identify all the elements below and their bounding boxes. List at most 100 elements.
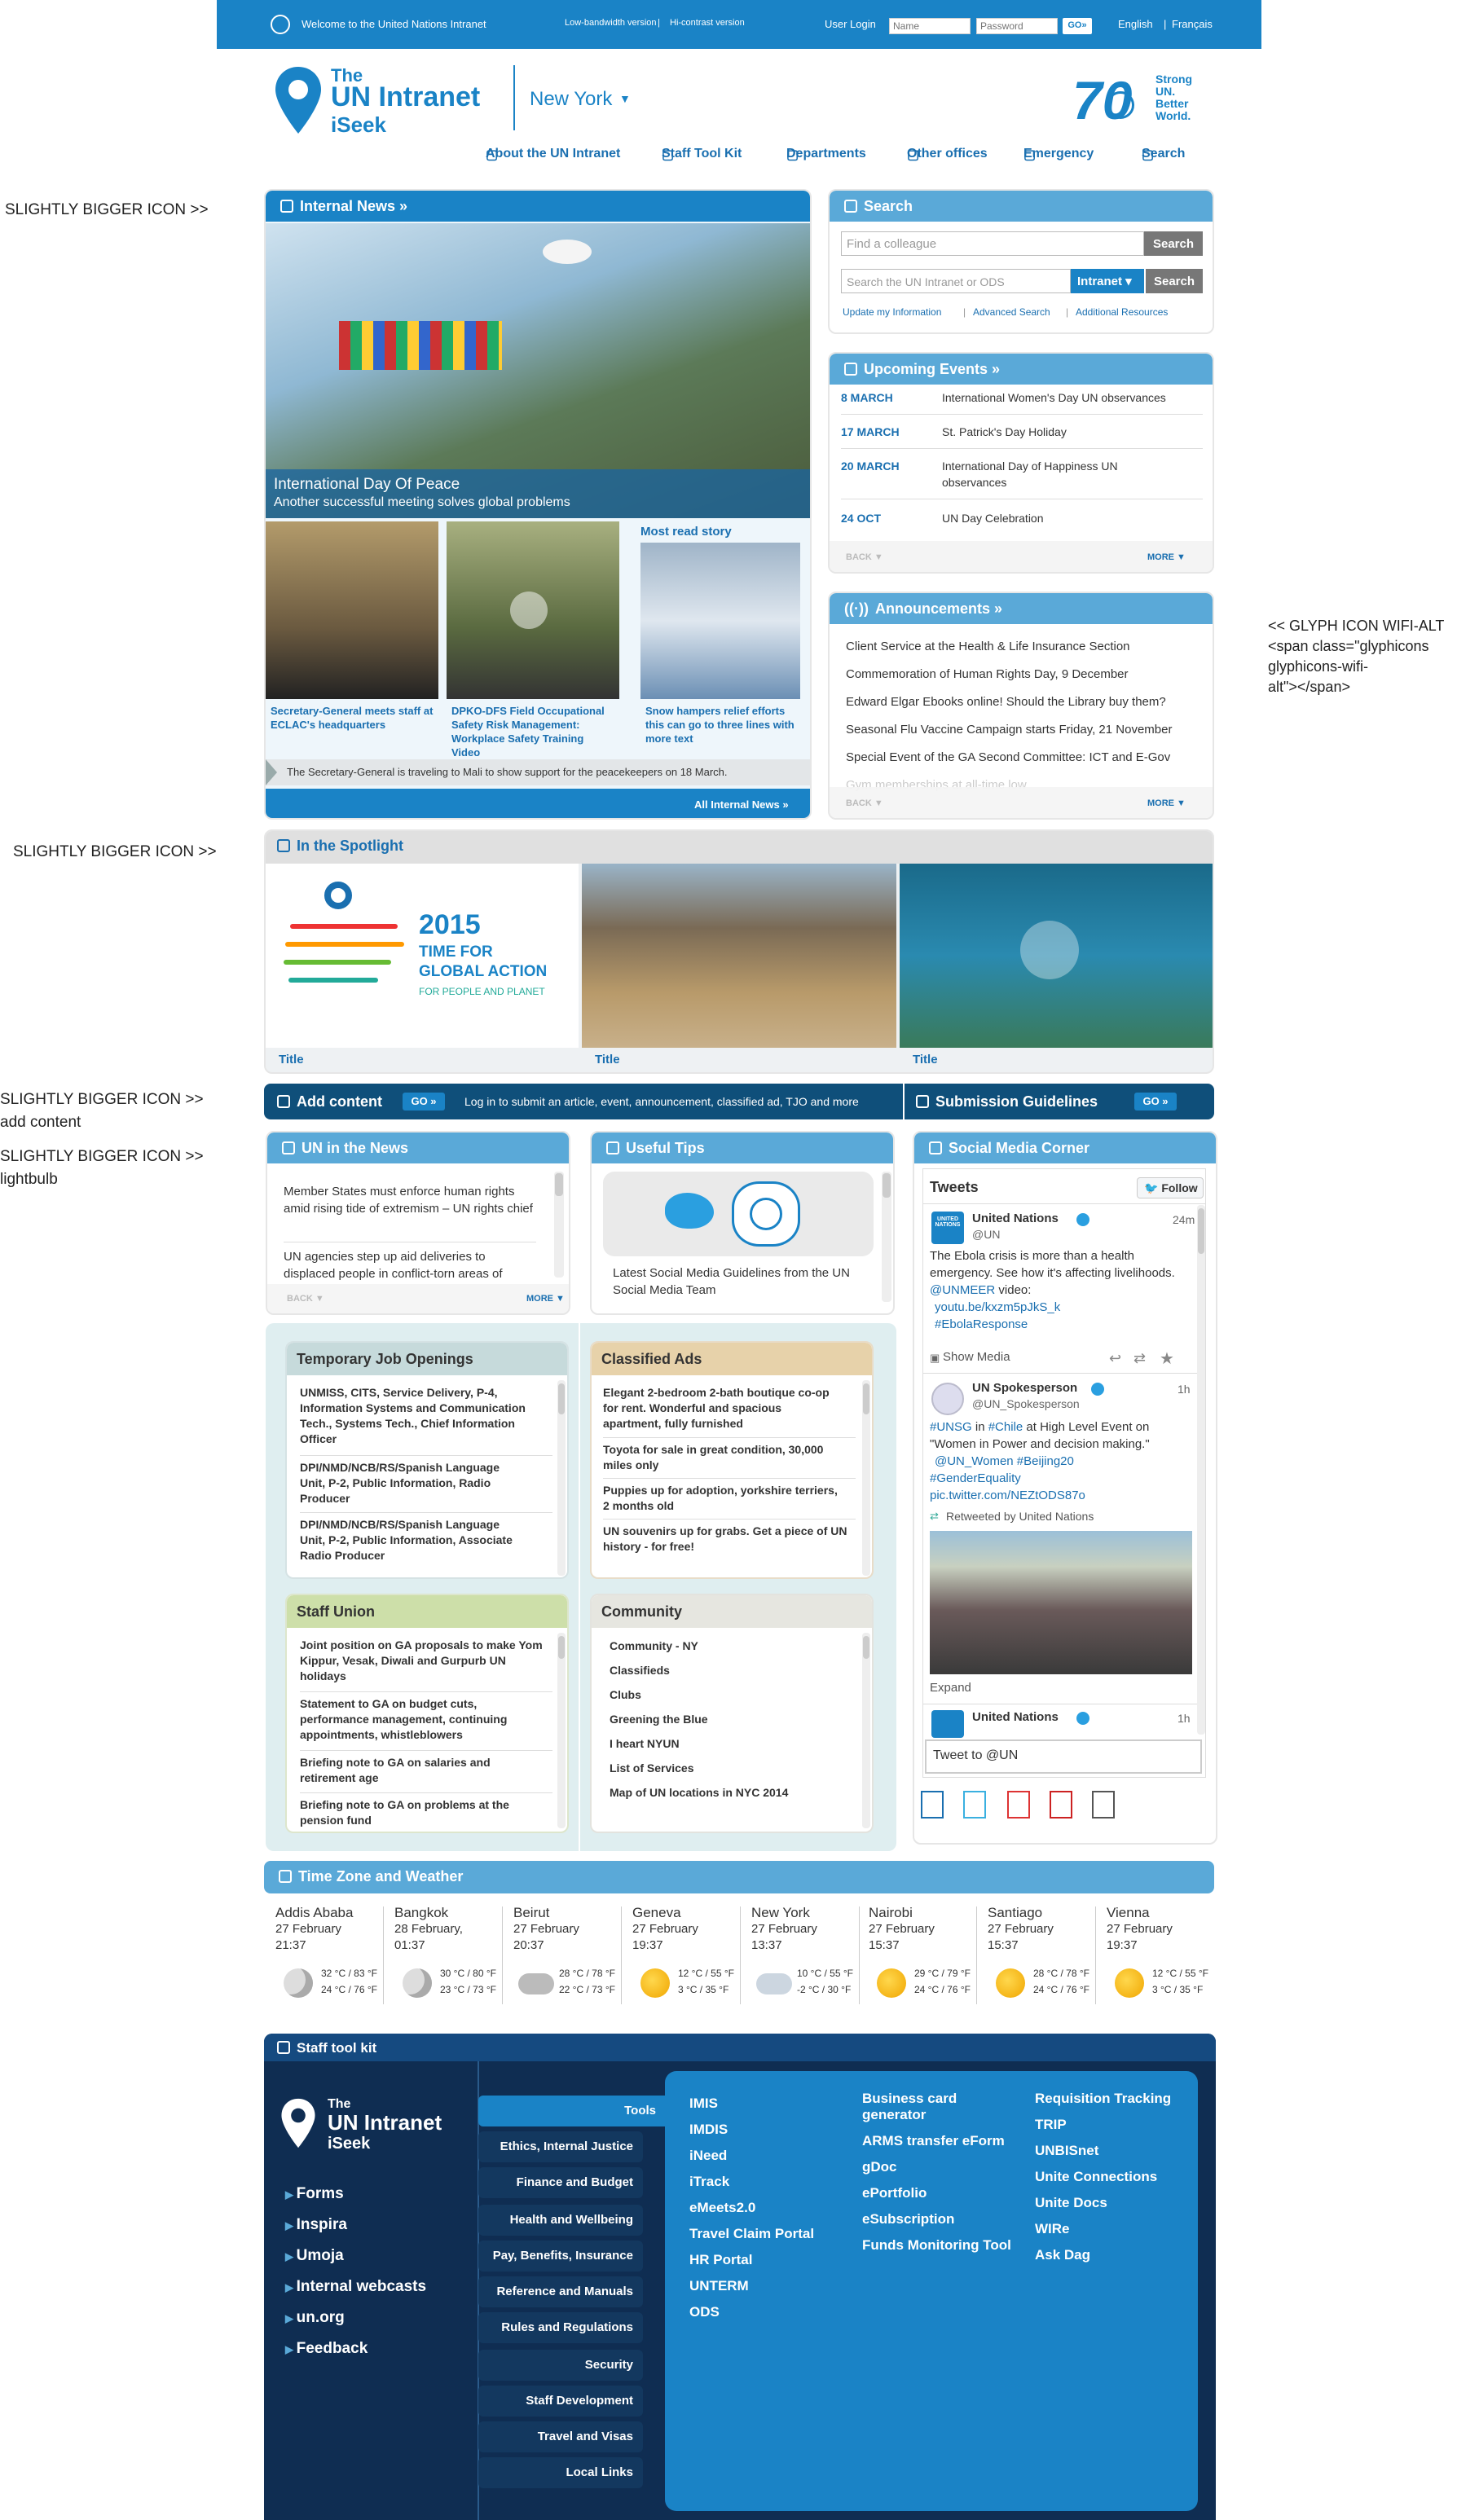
community-item[interactable]: Clubs <box>610 1687 641 1703</box>
scrollbar[interactable] <box>882 1172 891 1302</box>
tool-link[interactable]: eMeets2.0 <box>689 2195 814 2221</box>
tweet-hashtag[interactable]: #Chile <box>988 1420 1023 1434</box>
spotlight-item-2[interactable] <box>582 864 896 1048</box>
weather-city[interactable]: New York 27 February 13:37 10 °C / 55 °F… <box>751 1905 861 1995</box>
event-text[interactable]: St. Patrick's Day Holiday <box>942 424 1203 440</box>
announcement-item[interactable]: Client Service at the Health & Life Insu… <box>846 639 1130 655</box>
un-news-more[interactable]: MORE ▼ <box>526 1294 565 1304</box>
additional-resources-link[interactable]: Additional Resources <box>1076 306 1168 318</box>
guidelines-go-button[interactable]: GO » <box>1134 1093 1177 1110</box>
social-icon-2[interactable] <box>963 1791 986 1819</box>
community-item[interactable]: List of Services <box>610 1760 694 1776</box>
community-item[interactable]: Community - NY <box>610 1638 698 1654</box>
toolkit-category[interactable]: Travel and Visas <box>478 2421 643 2452</box>
tweet-link[interactable]: pic.twitter.com/NEZtODS87o <box>930 1489 1085 1502</box>
tool-link[interactable]: Unite Connections <box>1035 2169 1182 2185</box>
news-thumb-1[interactable] <box>266 521 438 699</box>
event-text[interactable]: UN Day Celebration <box>942 510 1203 526</box>
colleague-input[interactable]: Find a colleague <box>841 231 1144 256</box>
union-item[interactable]: Joint position on GA proposals to make Y… <box>300 1638 544 1684</box>
tool-link[interactable]: IMDIS <box>689 2117 814 2143</box>
iseek-pin-logo-icon[interactable] <box>280 2097 316 2149</box>
toolkit-category[interactable]: Reference and Manuals <box>478 2276 643 2307</box>
hero-title[interactable]: International Day Of Peace <box>274 476 460 494</box>
tool-link[interactable]: Unite Docs <box>1035 2195 1182 2211</box>
weather-city[interactable]: Bangkok 28 February, 01:37 30 °C / 80 °F… <box>394 1905 504 1998</box>
avatar[interactable] <box>931 1710 964 1738</box>
all-news-link[interactable]: All Internal News » <box>694 798 789 811</box>
spotlight-item-1[interactable]: 2015 TIME FOR GLOBAL ACTION FOR PEOPLE A… <box>266 864 579 1048</box>
reply-icon[interactable]: ↩ <box>1109 1350 1121 1367</box>
internal-news-header[interactable]: Internal News » <box>266 191 810 222</box>
lang-francais[interactable]: Français <box>1172 18 1213 30</box>
spotlight-title[interactable]: Title <box>279 1053 304 1066</box>
favorite-icon[interactable]: ★ <box>1160 1348 1174 1369</box>
social-icon-3[interactable] <box>1007 1791 1030 1819</box>
job-item[interactable]: DPI/NMD/NCB/RS/Spanish Language Unit, P-… <box>300 1460 520 1506</box>
tip-text[interactable]: Latest Social Media Guidelines from the … <box>613 1264 874 1299</box>
announcements-more[interactable]: MORE ▼ <box>1147 798 1186 808</box>
chevron-down-icon[interactable]: ▼ <box>619 92 631 105</box>
news-thumb-2[interactable] <box>447 521 619 699</box>
social-icon-4[interactable] <box>1050 1791 1072 1819</box>
ticker-text[interactable]: The Secretary-General is traveling to Ma… <box>287 766 728 778</box>
tool-link[interactable]: Requisition Tracking <box>1035 2091 1182 2107</box>
tweet-author[interactable]: UN Spokesperson <box>972 1381 1077 1395</box>
spotlight-title[interactable]: Title <box>595 1053 620 1066</box>
classified-item[interactable]: UN souvenirs up for grabs. Get a piece o… <box>603 1524 847 1555</box>
follow-button[interactable]: 🐦 Follow <box>1137 1177 1204 1198</box>
events-back[interactable]: BACK ▼ <box>846 552 883 562</box>
event-text[interactable]: International Day of Happiness UN observ… <box>942 458 1146 490</box>
colleague-search-button[interactable]: Search <box>1144 231 1203 256</box>
classified-item[interactable]: Toyota for sale in great condition, 30,0… <box>603 1442 856 1473</box>
events-header[interactable]: Upcoming Events » <box>830 354 1213 385</box>
toolkit-link[interactable]: ▶ un.org <box>285 2302 426 2333</box>
toolkit-category[interactable]: Health and Wellbeing <box>478 2205 643 2236</box>
community-item[interactable]: Map of UN locations in NYC 2014 <box>610 1784 788 1801</box>
job-item[interactable]: DPI/NMD/NCB/RS/Spanish Language Unit, P-… <box>300 1517 520 1563</box>
tweet-hashtag[interactable]: #UNSG <box>930 1420 972 1434</box>
classified-item[interactable]: Elegant 2-bedroom 2-bath boutique co-op … <box>603 1385 839 1432</box>
tweet-link[interactable]: @UN_Women #Beijing20 <box>935 1454 1074 1468</box>
update-info-link[interactable]: Update my Information <box>843 306 941 318</box>
toolkit-category[interactable]: Security <box>478 2350 643 2381</box>
news-item[interactable]: UN agencies step up aid deliveries to di… <box>284 1248 536 1282</box>
tweet-link[interactable]: youtu.be/kxzm5pJkS_k <box>935 1300 1060 1314</box>
spotlight-item-3[interactable] <box>900 864 1213 1048</box>
tool-link[interactable]: UNTERM <box>689 2273 814 2299</box>
scrollbar[interactable] <box>862 1633 870 1828</box>
news-thumb-3[interactable] <box>640 543 800 699</box>
show-media-link[interactable]: Show Media <box>943 1350 1010 1364</box>
announcement-item[interactable]: Special Event of the GA Second Committee… <box>846 750 1170 766</box>
weather-city[interactable]: Vienna 27 February 19:37 12 °C / 55 °F 3 … <box>1107 1905 1217 1998</box>
site-search-input[interactable]: Search the UN Intranet or ODS <box>841 269 1071 293</box>
weather-city[interactable]: Santiago 27 February 15:37 28 °C / 78 °F… <box>988 1905 1098 1998</box>
avatar[interactable]: UNITED NATIONS <box>931 1212 964 1244</box>
social-icon-5[interactable] <box>1092 1791 1115 1819</box>
union-item[interactable]: Briefing note to GA on problems at the p… <box>300 1797 544 1828</box>
announcement-item[interactable]: Commemoration of Human Rights Day, 9 Dec… <box>846 666 1129 683</box>
tool-link[interactable]: eSubscription <box>862 2211 1017 2228</box>
toolkit-category[interactable]: Local Links <box>478 2457 643 2488</box>
toolkit-category[interactable]: Staff Development <box>478 2386 643 2417</box>
scrollbar[interactable] <box>1197 1205 1205 1735</box>
login-name-input[interactable] <box>889 18 971 34</box>
tweet-author[interactable]: United Nations <box>972 1710 1059 1724</box>
jobs-header[interactable]: Temporary Job Openings <box>287 1343 567 1375</box>
play-icon[interactable] <box>1020 921 1079 979</box>
toolkit-category[interactable]: Finance and Budget <box>478 2167 643 2198</box>
retweet-icon[interactable]: ⇄ <box>1133 1350 1146 1367</box>
location-selector[interactable]: New York <box>530 88 612 111</box>
weather-city[interactable]: Nairobi 27 February 15:37 29 °C / 79 °F 2… <box>869 1905 979 1998</box>
login-go-button[interactable]: GO» <box>1063 18 1092 34</box>
news-item[interactable]: Member States must enforce human rights … <box>284 1183 536 1217</box>
tool-link[interactable]: Funds Monitoring Tool <box>862 2237 1017 2254</box>
tool-link[interactable]: gDoc <box>862 2159 1017 2175</box>
tips-graphic[interactable] <box>603 1172 874 1256</box>
news-thumb-1-caption[interactable]: Secretary-General meets staff at ECLAC's… <box>271 704 434 732</box>
weather-city[interactable]: Addis Ababa 27 February 21:37 32 °C / 83… <box>275 1905 385 1998</box>
classified-header[interactable]: Classified Ads <box>592 1343 872 1375</box>
tweet-photo[interactable] <box>930 1531 1192 1674</box>
tool-link[interactable]: WIRe <box>1035 2221 1182 2237</box>
toolkit-category-tools[interactable]: Tools <box>478 2096 666 2126</box>
